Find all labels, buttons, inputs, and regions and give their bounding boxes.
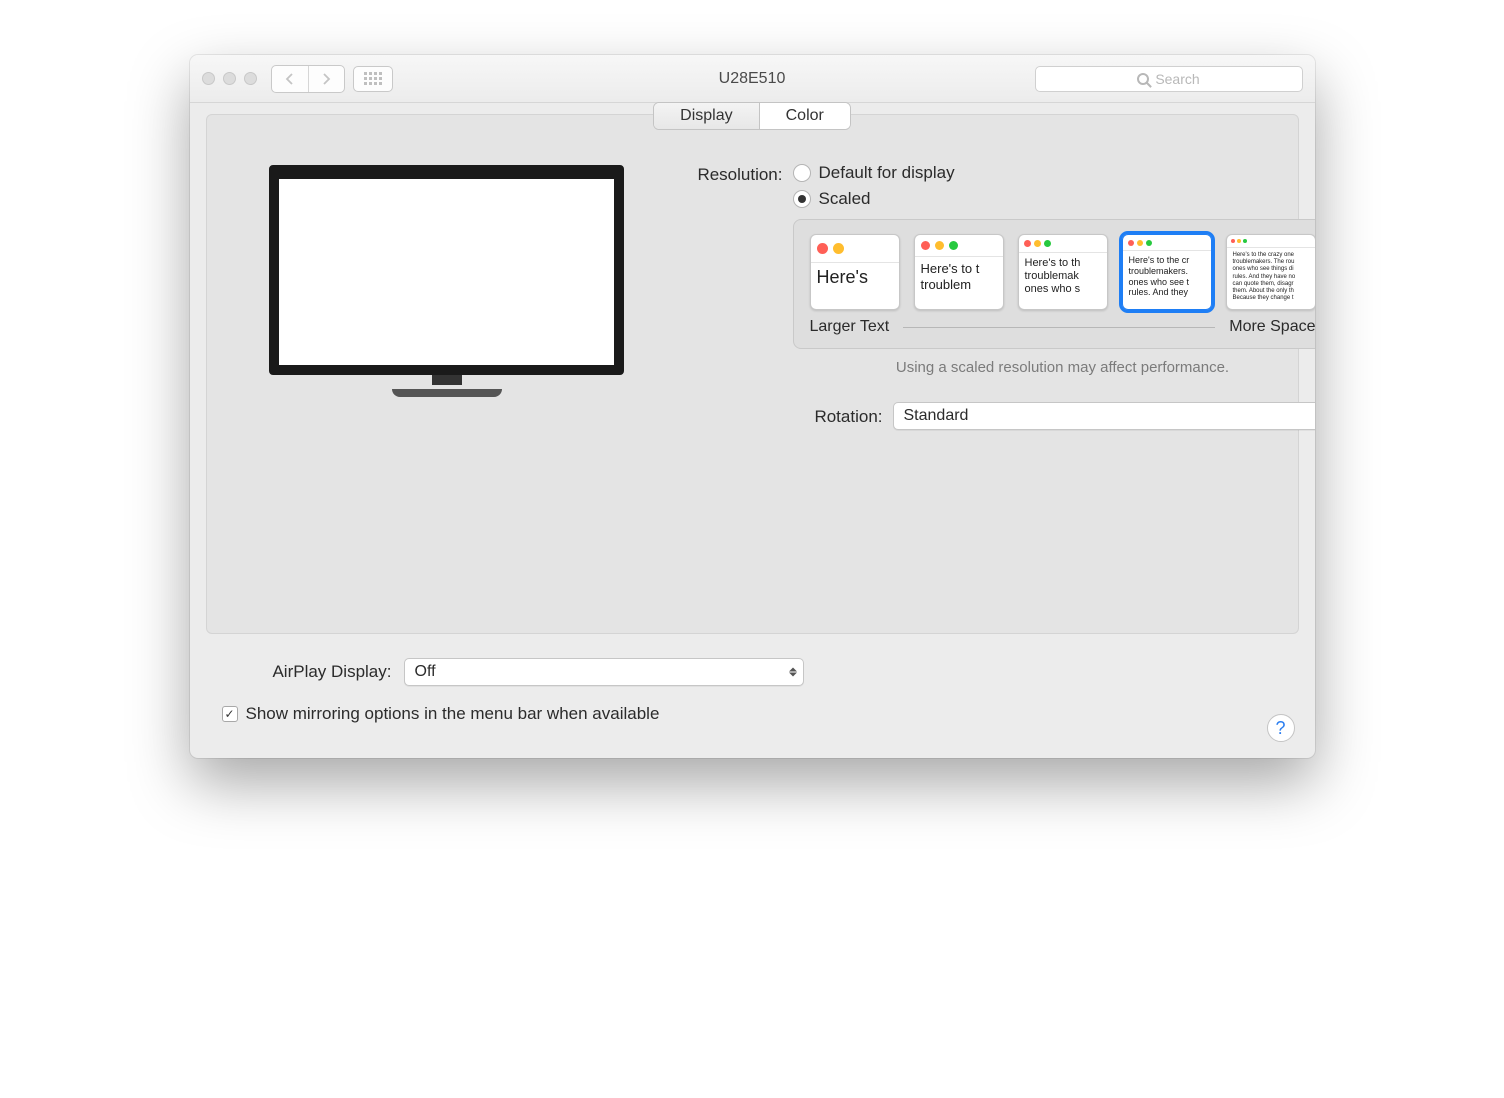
radio-label: Scaled xyxy=(819,189,871,209)
chevron-updown-icon xyxy=(789,668,797,677)
tab-bar: Display Color xyxy=(206,102,1299,130)
back-button[interactable] xyxy=(272,66,308,92)
mirroring-label: Show mirroring options in the menu bar w… xyxy=(246,704,660,724)
performance-note: Using a scaled resolution may affect per… xyxy=(793,359,1315,376)
window-body: Display Color Resolution: Default for di… xyxy=(190,102,1315,758)
resolution-thumb-3[interactable]: Here's to th troublemak ones who s xyxy=(1018,234,1108,310)
rotation-label: Rotation: xyxy=(793,405,893,427)
radio-icon xyxy=(793,164,811,182)
resolution-thumb-2[interactable]: Here's to t troublem xyxy=(914,234,1004,310)
help-button[interactable]: ? xyxy=(1267,714,1295,742)
airplay-value: Off xyxy=(415,663,436,681)
monitor-preview xyxy=(267,155,627,513)
close-icon[interactable] xyxy=(202,72,215,85)
show-all-button[interactable] xyxy=(353,66,393,92)
search-input[interactable]: Search xyxy=(1035,66,1303,92)
bottom-area: AirPlay Display: Off ✓ Show mirroring op… xyxy=(206,634,1299,742)
window-title: U28E510 xyxy=(719,70,786,88)
traffic-lights xyxy=(202,72,257,85)
minimize-icon[interactable] xyxy=(223,72,236,85)
rotation-value: Standard xyxy=(904,407,969,425)
settings-area: Resolution: Default for display Scaled H… xyxy=(667,155,1315,513)
resolution-label: Resolution: xyxy=(667,163,793,185)
resolution-thumb-5[interactable]: Here's to the crazy one troublemakers. T… xyxy=(1226,234,1315,310)
resolution-scale-box: Here's Here's to t troublem Here's to th t… xyxy=(793,219,1315,349)
thumb-text: Here's to th troublemak ones who s xyxy=(1019,253,1107,301)
resolution-thumb-4[interactable]: Here's to the cr troublemakers. ones who… xyxy=(1122,234,1212,310)
zoom-icon[interactable] xyxy=(244,72,257,85)
search-placeholder: Search xyxy=(1155,71,1199,87)
radio-scaled[interactable]: Scaled xyxy=(793,189,1315,209)
larger-text-label: Larger Text xyxy=(810,318,890,336)
preferences-window: U28E510 Search Display Color Resolution: xyxy=(190,55,1315,758)
airplay-select[interactable]: Off xyxy=(404,658,804,686)
rotation-select[interactable]: Standard xyxy=(893,402,1315,430)
search-icon xyxy=(1137,73,1149,85)
mirroring-checkbox-row[interactable]: ✓ Show mirroring options in the menu bar… xyxy=(222,704,1283,724)
more-space-label: More Space xyxy=(1229,318,1314,336)
thumb-text: Here's to t troublem xyxy=(915,257,1003,296)
radio-label: Default for display xyxy=(819,163,955,183)
nav-group xyxy=(271,65,345,93)
display-panel: Resolution: Default for display Scaled H… xyxy=(206,114,1299,634)
radio-default-for-display[interactable]: Default for display xyxy=(793,163,1315,183)
airplay-label: AirPlay Display: xyxy=(222,662,392,682)
checkbox-icon: ✓ xyxy=(222,706,238,722)
help-icon: ? xyxy=(1275,718,1285,739)
grid-icon xyxy=(364,72,382,85)
thumb-text: Here's to the cr troublemakers. ones who… xyxy=(1123,251,1211,302)
thumb-text: Here's xyxy=(811,263,899,293)
forward-button[interactable] xyxy=(308,66,344,92)
scale-line xyxy=(903,327,1215,328)
tab-color[interactable]: Color xyxy=(759,103,850,129)
resolution-thumb-1[interactable]: Here's xyxy=(810,234,900,310)
radio-icon xyxy=(793,190,811,208)
thumb-text: Here's to the crazy one troublemakers. T… xyxy=(1227,248,1315,306)
tab-display[interactable]: Display xyxy=(654,103,758,129)
titlebar: U28E510 Search xyxy=(190,55,1315,103)
